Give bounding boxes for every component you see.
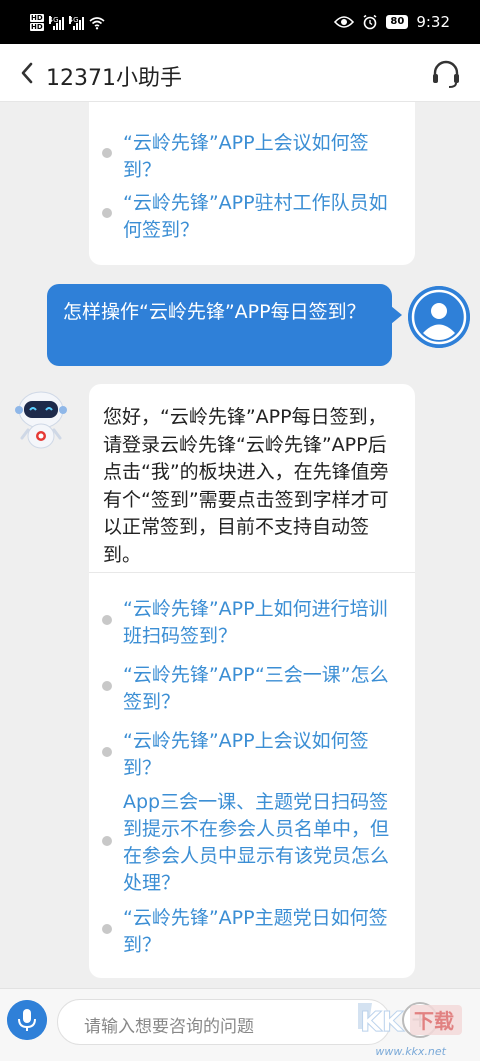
app-header: 12371小助手 <box>0 44 480 102</box>
hd-badge: HD HD <box>30 14 44 31</box>
bullet-dot <box>102 681 112 691</box>
microphone-icon[interactable] <box>7 1000 47 1040</box>
robot-avatar-icon <box>15 391 67 449</box>
wifi-icon <box>89 17 105 30</box>
status-bar: HD HD 4G 4G 80 9:32 <box>0 0 480 44</box>
related-question-link[interactable]: “云岭先锋”APP上会议如何签到？ <box>123 728 395 782</box>
battery-indicator: 80 <box>386 15 409 29</box>
bullet-dot <box>102 747 112 757</box>
bullet-dot <box>102 924 112 934</box>
user-message-bubble: 怎样操作“云岭先锋”APP每日签到？ <box>47 284 402 366</box>
clock: 9:32 <box>416 13 450 31</box>
page-title: 12371小助手 <box>46 66 182 91</box>
related-question-link[interactable]: “云岭先锋”APP驻村工作队员如何签到？ <box>123 190 395 244</box>
divider <box>89 572 415 573</box>
alarm-icon <box>363 14 377 30</box>
bot-answer-text: 您好，“云岭先锋”APP每日签到，请登录云岭先锋“云岭先锋”APP后点击“我”的… <box>103 406 389 566</box>
question-input[interactable]: 请输入想要咨询的问题 <box>57 999 391 1045</box>
input-bar: 请输入想要咨询的问题 + KK 下载 www.kkx.net <box>0 988 480 1061</box>
related-question-link[interactable]: “云岭先锋”APP上会议如何签到？ <box>123 130 395 184</box>
bot-answer-card: 您好，“云岭先锋”APP每日签到，请登录云岭先锋“云岭先锋”APP后点击“我”的… <box>89 384 415 978</box>
related-question-link[interactable]: “云岭先锋”APP“三会一课”怎么签到？ <box>123 662 395 716</box>
bullet-dot <box>102 208 112 218</box>
svg-text:下载: 下载 <box>414 1009 454 1033</box>
bullet-dot <box>102 836 112 846</box>
eye-icon <box>334 16 355 28</box>
signal-icon-2: 4G <box>68 16 84 30</box>
bullet-dot <box>102 615 112 625</box>
chat-area[interactable]: “云岭先锋”APP上会议如何签到？ “云岭先锋”APP驻村工作队员如何签到？ 怎… <box>0 102 480 988</box>
headset-icon[interactable] <box>430 58 462 90</box>
watermark-url: www.kkx.net <box>375 1045 446 1058</box>
svg-text:KK: KK <box>360 1005 405 1038</box>
bullet-dot <box>102 148 112 158</box>
related-question-link[interactable]: “云岭先锋”APP主题党日如何签到？ <box>123 905 395 959</box>
chevron-left-icon[interactable] <box>16 59 40 87</box>
signal-icon: 4G <box>48 16 64 30</box>
previous-answer-card: “云岭先锋”APP上会议如何签到？ “云岭先锋”APP驻村工作队员如何签到？ <box>89 102 415 265</box>
user-avatar-icon <box>408 286 470 348</box>
related-question-link[interactable]: “云岭先锋”APP上如何进行培训班扫码签到？ <box>123 596 395 650</box>
related-question-link[interactable]: App三会一课、主题党日扫码签到提示不在参会人员名单中，但在参会人员中显示有该党… <box>123 789 395 897</box>
